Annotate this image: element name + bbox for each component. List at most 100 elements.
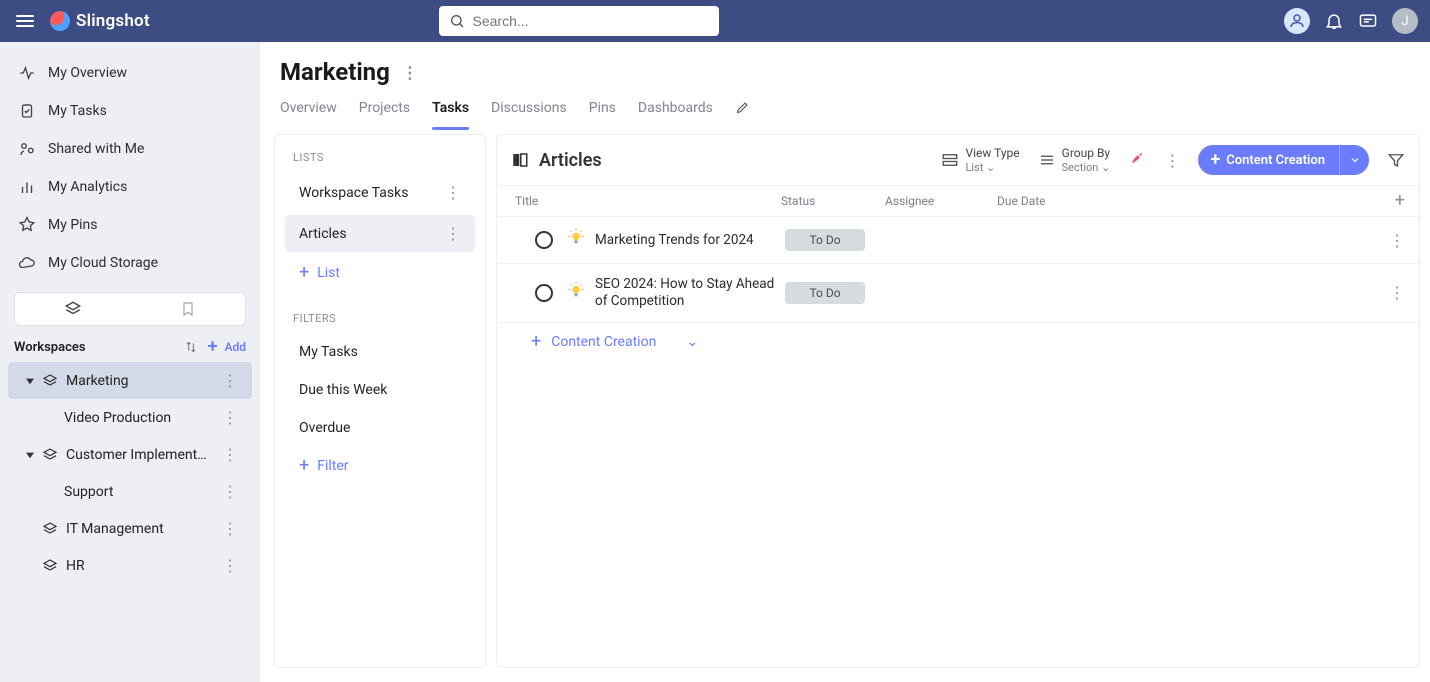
- list-workspace-tasks[interactable]: Workspace Tasks: [285, 174, 475, 211]
- workspace-label: Customer Implementa...: [66, 447, 214, 463]
- tab-edit[interactable]: [735, 100, 750, 129]
- lists-section-label: LISTS: [279, 147, 481, 170]
- nav-my-pins[interactable]: My Pins: [0, 206, 260, 244]
- task-row[interactable]: SEO 2024: How to Stay Ahead of Competiti…: [497, 264, 1419, 323]
- nav-my-tasks[interactable]: My Tasks: [0, 92, 260, 130]
- workspace-child-support[interactable]: Support: [8, 473, 252, 510]
- workspace-hr[interactable]: HR: [8, 547, 252, 584]
- nav-my-overview[interactable]: My Overview: [0, 54, 260, 92]
- user-avatar[interactable]: J: [1392, 8, 1418, 34]
- user-avatar-secondary[interactable]: [1284, 8, 1310, 34]
- sidebar-tab-toggle: [14, 292, 246, 326]
- app-logo[interactable]: Slingshot: [50, 11, 150, 31]
- panel-icon: [511, 151, 529, 169]
- add-task-label: Content Creation: [551, 334, 656, 350]
- filter-my-tasks[interactable]: My Tasks: [285, 335, 475, 369]
- more-icon[interactable]: [1389, 283, 1405, 302]
- primary-button-dropdown[interactable]: [1339, 145, 1369, 175]
- stack-icon: [42, 521, 58, 537]
- content-creation-button[interactable]: +Content Creation: [1198, 145, 1369, 175]
- more-icon[interactable]: [222, 482, 238, 501]
- tasks-header: Articles View TypeList ⌄ Group BySection…: [497, 135, 1419, 186]
- more-icon[interactable]: [1389, 231, 1405, 250]
- tabs: Overview Projects Tasks Discussions Pins…: [274, 86, 1420, 130]
- filter-due-this-week[interactable]: Due this Week: [285, 373, 475, 407]
- share-icon: [18, 140, 36, 158]
- status-badge[interactable]: To Do: [785, 282, 865, 304]
- workspace-it-management[interactable]: IT Management: [8, 510, 252, 547]
- more-icon[interactable]: [222, 371, 238, 390]
- app-name: Slingshot: [76, 11, 150, 31]
- workspace-label: Video Production: [64, 410, 214, 426]
- status-badge[interactable]: To Do: [785, 229, 865, 251]
- nav-label: My Cloud Storage: [48, 255, 158, 271]
- col-assignee[interactable]: Assignee: [885, 194, 997, 208]
- rocket-icon[interactable]: [1128, 149, 1146, 171]
- view-type-selector[interactable]: View TypeList ⌄: [941, 146, 1019, 174]
- filter-overdue[interactable]: Overdue: [285, 411, 475, 445]
- more-icon[interactable]: [445, 183, 461, 202]
- tab-dashboards[interactable]: Dashboards: [638, 100, 713, 129]
- add-filter-button[interactable]: + Filter: [285, 449, 475, 483]
- sort-icon[interactable]: [184, 340, 198, 354]
- nav-label: Shared with Me: [48, 141, 144, 157]
- hamburger-button[interactable]: [12, 11, 38, 31]
- workspace-customer-implementation[interactable]: Customer Implementa...: [8, 436, 252, 473]
- chevron-down-icon[interactable]: ⌄: [686, 334, 698, 350]
- nav-my-cloud-storage[interactable]: My Cloud Storage: [0, 244, 260, 282]
- bell-icon[interactable]: [1324, 11, 1344, 31]
- stack-icon: [42, 373, 58, 389]
- page-more-icon[interactable]: [402, 63, 418, 82]
- add-list-button[interactable]: + List: [285, 256, 475, 290]
- workspace-child-video-production[interactable]: Video Production: [8, 399, 252, 436]
- plus-icon: +: [531, 333, 541, 351]
- col-status[interactable]: Status: [781, 194, 885, 208]
- caret-down-icon: [26, 451, 34, 459]
- main-area: Marketing Overview Projects Tasks Discus…: [260, 42, 1430, 682]
- workspace-label: Marketing: [66, 373, 214, 389]
- more-icon[interactable]: [1164, 151, 1180, 170]
- list-articles[interactable]: Articles: [285, 215, 475, 252]
- stack-tab[interactable]: [15, 293, 130, 325]
- tab-tasks[interactable]: Tasks: [432, 100, 469, 129]
- stack-icon: [64, 300, 82, 318]
- tab-projects[interactable]: Projects: [359, 100, 410, 129]
- complete-toggle[interactable]: [535, 284, 553, 302]
- bulb-icon: [567, 282, 585, 304]
- complete-toggle[interactable]: [535, 231, 553, 249]
- nav-my-analytics[interactable]: My Analytics: [0, 168, 260, 206]
- chevron-down-icon: [1349, 154, 1361, 166]
- search-input[interactable]: [473, 13, 709, 29]
- workspace-marketing[interactable]: Marketing: [8, 362, 252, 399]
- cloud-icon: [18, 254, 36, 272]
- bookmark-tab[interactable]: [130, 293, 245, 325]
- filter-icon[interactable]: [1387, 151, 1405, 169]
- more-icon[interactable]: [222, 445, 238, 464]
- add-task-row[interactable]: + Content Creation ⌄: [497, 323, 1419, 361]
- add-workspace-button[interactable]: + Add: [208, 338, 246, 356]
- group-by-selector[interactable]: Group BySection ⌄: [1038, 146, 1111, 174]
- nav-shared-with-me[interactable]: Shared with Me: [0, 130, 260, 168]
- more-icon[interactable]: [445, 224, 461, 243]
- task-row[interactable]: Marketing Trends for 2024 To Do: [497, 217, 1419, 264]
- filter-label: Due this Week: [299, 382, 387, 398]
- tab-discussions[interactable]: Discussions: [491, 100, 567, 129]
- tasks-title-text: Articles: [539, 150, 602, 171]
- tab-overview[interactable]: Overview: [280, 100, 337, 129]
- col-due[interactable]: Due Date: [997, 194, 1117, 208]
- page-title: Marketing: [280, 58, 1414, 86]
- bulb-icon: [567, 229, 585, 251]
- col-title[interactable]: Title: [511, 194, 781, 208]
- logo-icon: [50, 11, 70, 31]
- more-icon[interactable]: [222, 519, 238, 538]
- tab-pins[interactable]: Pins: [589, 100, 616, 129]
- top-bar: Slingshot J: [0, 0, 1430, 42]
- chat-icon[interactable]: [1358, 11, 1378, 31]
- avatar-initial: J: [1401, 14, 1408, 29]
- more-icon[interactable]: [222, 556, 238, 575]
- search-box[interactable]: [439, 6, 719, 36]
- plus-icon: +: [299, 457, 309, 475]
- more-icon[interactable]: [222, 408, 238, 427]
- add-column-icon[interactable]: +: [1395, 192, 1405, 210]
- nav-label: My Tasks: [48, 103, 107, 119]
